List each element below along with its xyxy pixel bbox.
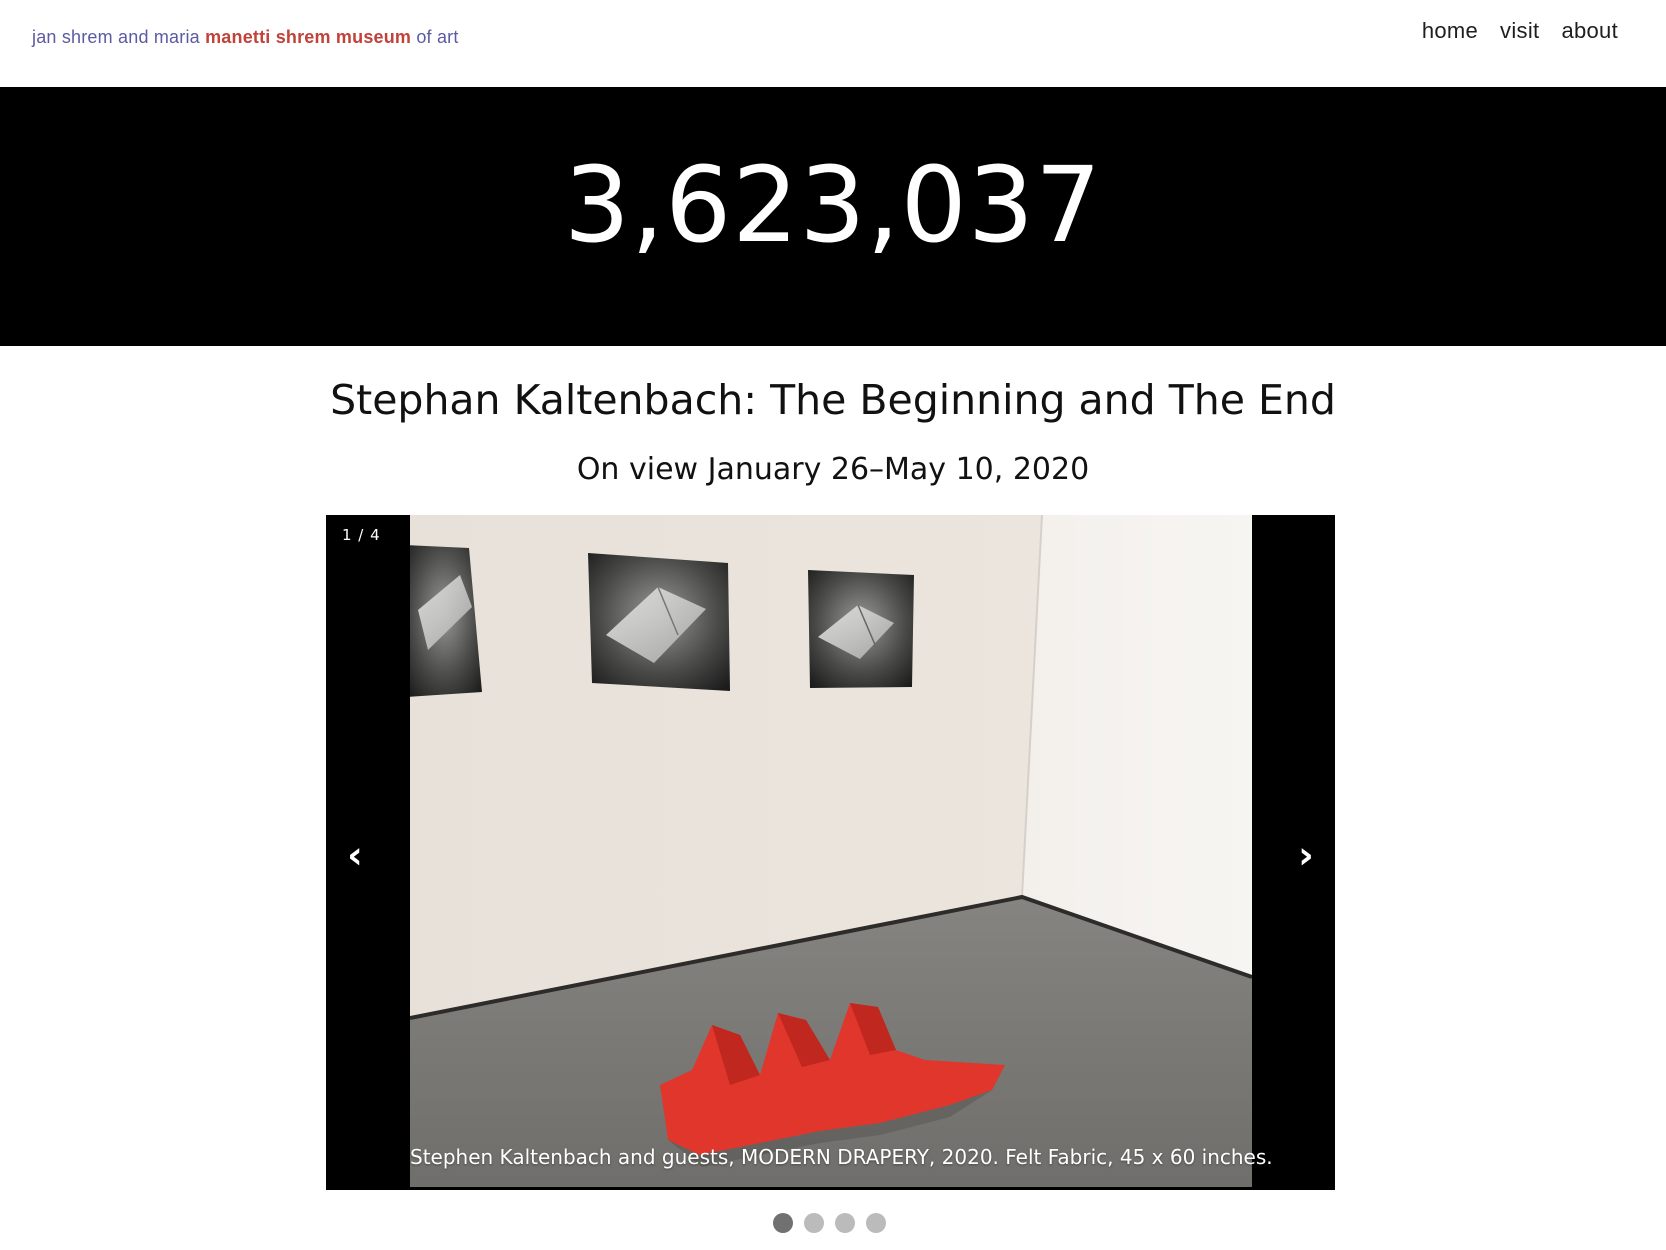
counter-band: 3,623,037 [0, 87, 1666, 346]
slide-image [410, 515, 1252, 1187]
exhibition-dates: On view January 26–May 10, 2020 [576, 452, 1090, 487]
slide-caption: Stephen Kaltenbach and guests, MODERN DR… [410, 1145, 1273, 1169]
museum-logo[interactable]: jan shrem and maria manetti shrem museum… [32, 27, 459, 48]
site-header: jan shrem and maria manetti shrem museum… [0, 0, 1666, 87]
slide-dot-3[interactable] [835, 1213, 855, 1233]
logo-suffix: of art [411, 27, 459, 47]
slideshow: 1 / 4 ‹ › Stephen Kaltenbach and guests,… [326, 515, 1335, 1190]
main-nav: home visit about [1422, 18, 1618, 44]
wall-photo-3 [808, 570, 914, 688]
logo-prefix: jan shrem and maria [32, 27, 206, 47]
slideshow-dots [773, 1213, 886, 1233]
wall-photo-2 [588, 553, 730, 691]
slideshow-prev-button[interactable]: ‹ [335, 830, 375, 880]
visitor-counter: 3,623,037 [563, 144, 1103, 266]
gallery-installation-photo [410, 515, 1252, 1187]
slide-dot-2[interactable] [804, 1213, 824, 1233]
slide-dot-1[interactable] [773, 1213, 793, 1233]
slide-dot-4[interactable] [866, 1213, 886, 1233]
nav-about-link[interactable]: about [1561, 18, 1618, 44]
exhibition-title: Stephan Kaltenbach: The Beginning and Th… [330, 376, 1336, 424]
nav-visit-link[interactable]: visit [1500, 18, 1539, 44]
nav-home-link[interactable]: home [1422, 18, 1478, 44]
logo-emphasis: manetti shrem museum [205, 27, 412, 47]
slide-counter: 1 / 4 [342, 526, 381, 544]
slideshow-next-button[interactable]: › [1286, 830, 1326, 880]
